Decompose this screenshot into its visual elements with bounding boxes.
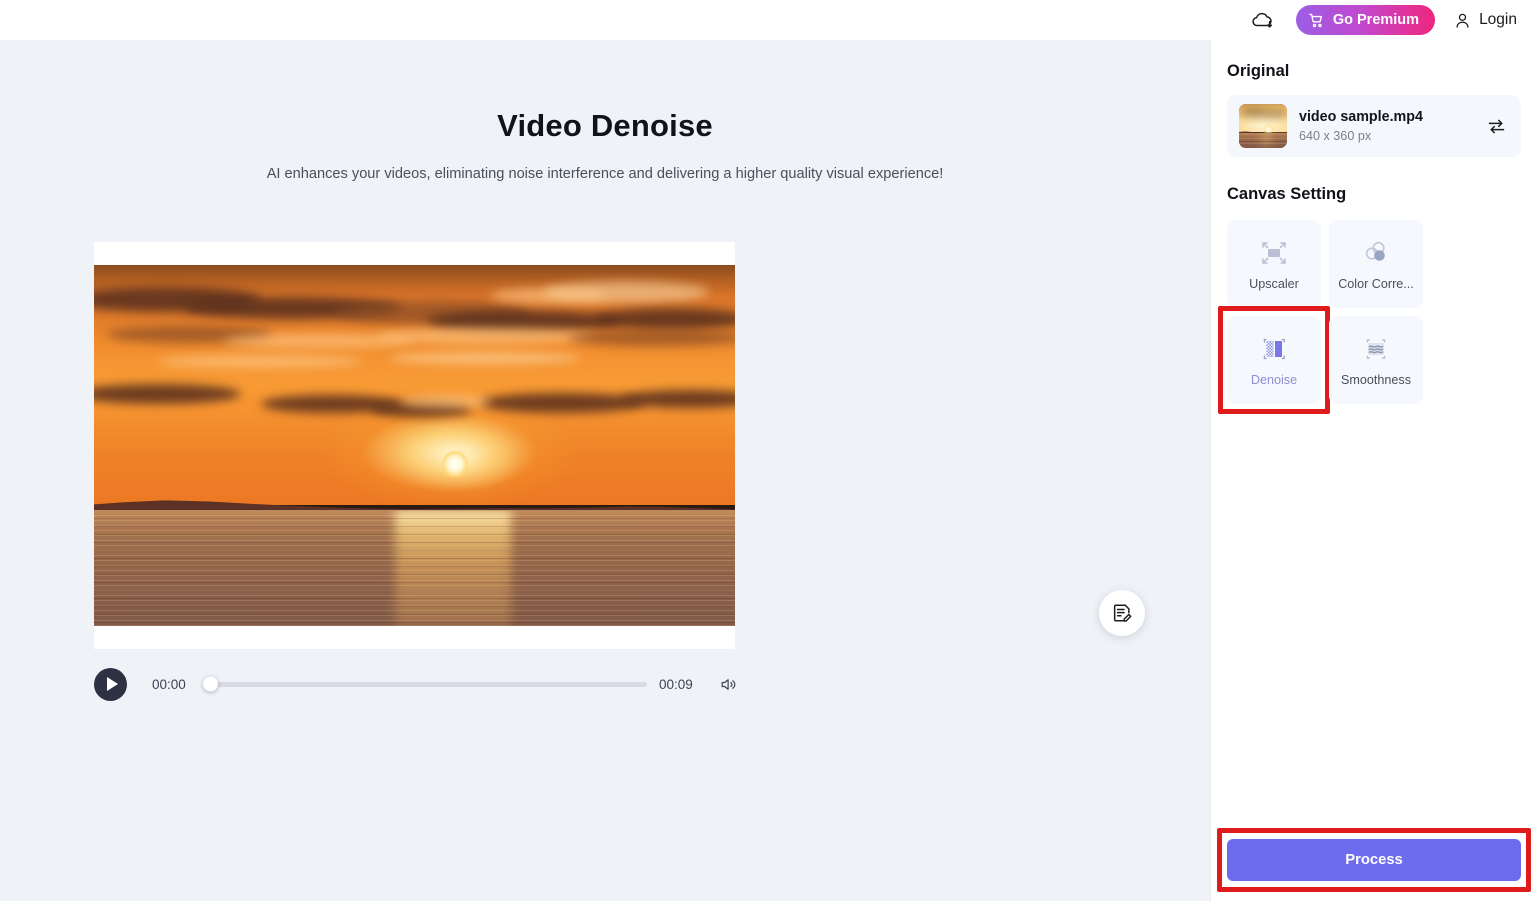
- video-container: [94, 242, 735, 649]
- cloud-shape: [478, 393, 646, 413]
- cart-icon: [1308, 12, 1325, 29]
- progress-track: [204, 681, 647, 687]
- video-thumbnail: [1239, 104, 1287, 148]
- swap-icon[interactable]: [1483, 113, 1509, 139]
- upscaler-icon: [1259, 238, 1289, 268]
- current-time: 00:00: [152, 676, 186, 692]
- tile-denoise[interactable]: Denoise: [1218, 306, 1330, 414]
- play-button[interactable]: [94, 667, 127, 701]
- note-edit-icon: [1111, 602, 1133, 624]
- page-title: Video Denoise: [497, 108, 713, 143]
- main-content: Video Denoise AI enhances your videos, e…: [0, 40, 1210, 901]
- cloud-download-icon[interactable]: [1248, 5, 1278, 35]
- app-root: Go Premium Login Video Denoise AI enhanc…: [0, 0, 1537, 901]
- color-correction-icon: [1361, 238, 1391, 268]
- go-premium-label: Go Premium: [1332, 12, 1420, 28]
- cloud-shape: [388, 351, 582, 365]
- right-panel: Original video sample.mp4 640 x 360 px C…: [1210, 40, 1537, 901]
- body-row: Video Denoise AI enhances your videos, e…: [0, 40, 1537, 901]
- panel-spacer: [1227, 404, 1521, 839]
- file-dimensions: 640 x 360 px: [1299, 129, 1372, 143]
- note-edit-button[interactable]: [1099, 590, 1145, 636]
- process-area: Process: [1217, 828, 1531, 901]
- login-button[interactable]: Login: [1453, 11, 1517, 30]
- thumb-sea: [1239, 133, 1287, 148]
- file-meta: video sample.mp4 640 x 360 px: [1299, 109, 1471, 143]
- process-button[interactable]: Process: [1227, 839, 1521, 881]
- cloud-shape: [491, 288, 607, 303]
- play-icon: [106, 677, 118, 691]
- original-section-title: Original: [1227, 62, 1290, 80]
- file-name: video sample.mp4: [1299, 109, 1423, 125]
- tile-label: Color Corre...: [1338, 276, 1414, 291]
- tile-label: Upscaler: [1249, 276, 1299, 291]
- canvas-setting-tiles: Upscaler Color Corre... Denoise Smoothne…: [1218, 220, 1521, 414]
- thumb-ripples: [1239, 133, 1287, 148]
- cloud-shape: [1263, 111, 1287, 116]
- cloud-shape: [158, 355, 364, 368]
- video-preview[interactable]: [94, 265, 735, 626]
- tile-smoothness[interactable]: Smoothness: [1329, 316, 1423, 404]
- cloud-shape: [401, 394, 492, 408]
- tile-color-correction[interactable]: Color Corre...: [1329, 220, 1423, 308]
- total-time: 00:09: [659, 676, 693, 692]
- go-premium-button[interactable]: Go Premium: [1295, 5, 1436, 35]
- tile-label: Denoise: [1250, 372, 1298, 387]
- login-label: Login: [1479, 11, 1517, 28]
- water-ripples: [94, 509, 735, 626]
- canvas-setting-title: Canvas Setting: [1227, 185, 1347, 203]
- page-subtitle: AI enhances your videos, eliminating noi…: [266, 166, 944, 182]
- cloud-shape: [593, 308, 735, 330]
- top-bar: Go Premium Login: [0, 0, 1537, 40]
- progress-handle[interactable]: [203, 676, 218, 692]
- cloud-shape: [619, 389, 735, 408]
- tile-upscaler[interactable]: Upscaler: [1227, 220, 1321, 308]
- denoise-icon: [1259, 334, 1289, 364]
- volume-icon[interactable]: [717, 673, 739, 695]
- user-icon: [1453, 11, 1472, 30]
- tile-label: Smoothness: [1340, 372, 1411, 387]
- original-file-card[interactable]: video sample.mp4 640 x 360 px: [1227, 95, 1521, 157]
- sea-layer: [94, 509, 735, 626]
- smoothness-icon: [1361, 334, 1391, 364]
- sun-disc: [442, 450, 469, 477]
- progress-slider[interactable]: [203, 674, 647, 694]
- video-controls: 00:00 00:09: [94, 664, 739, 704]
